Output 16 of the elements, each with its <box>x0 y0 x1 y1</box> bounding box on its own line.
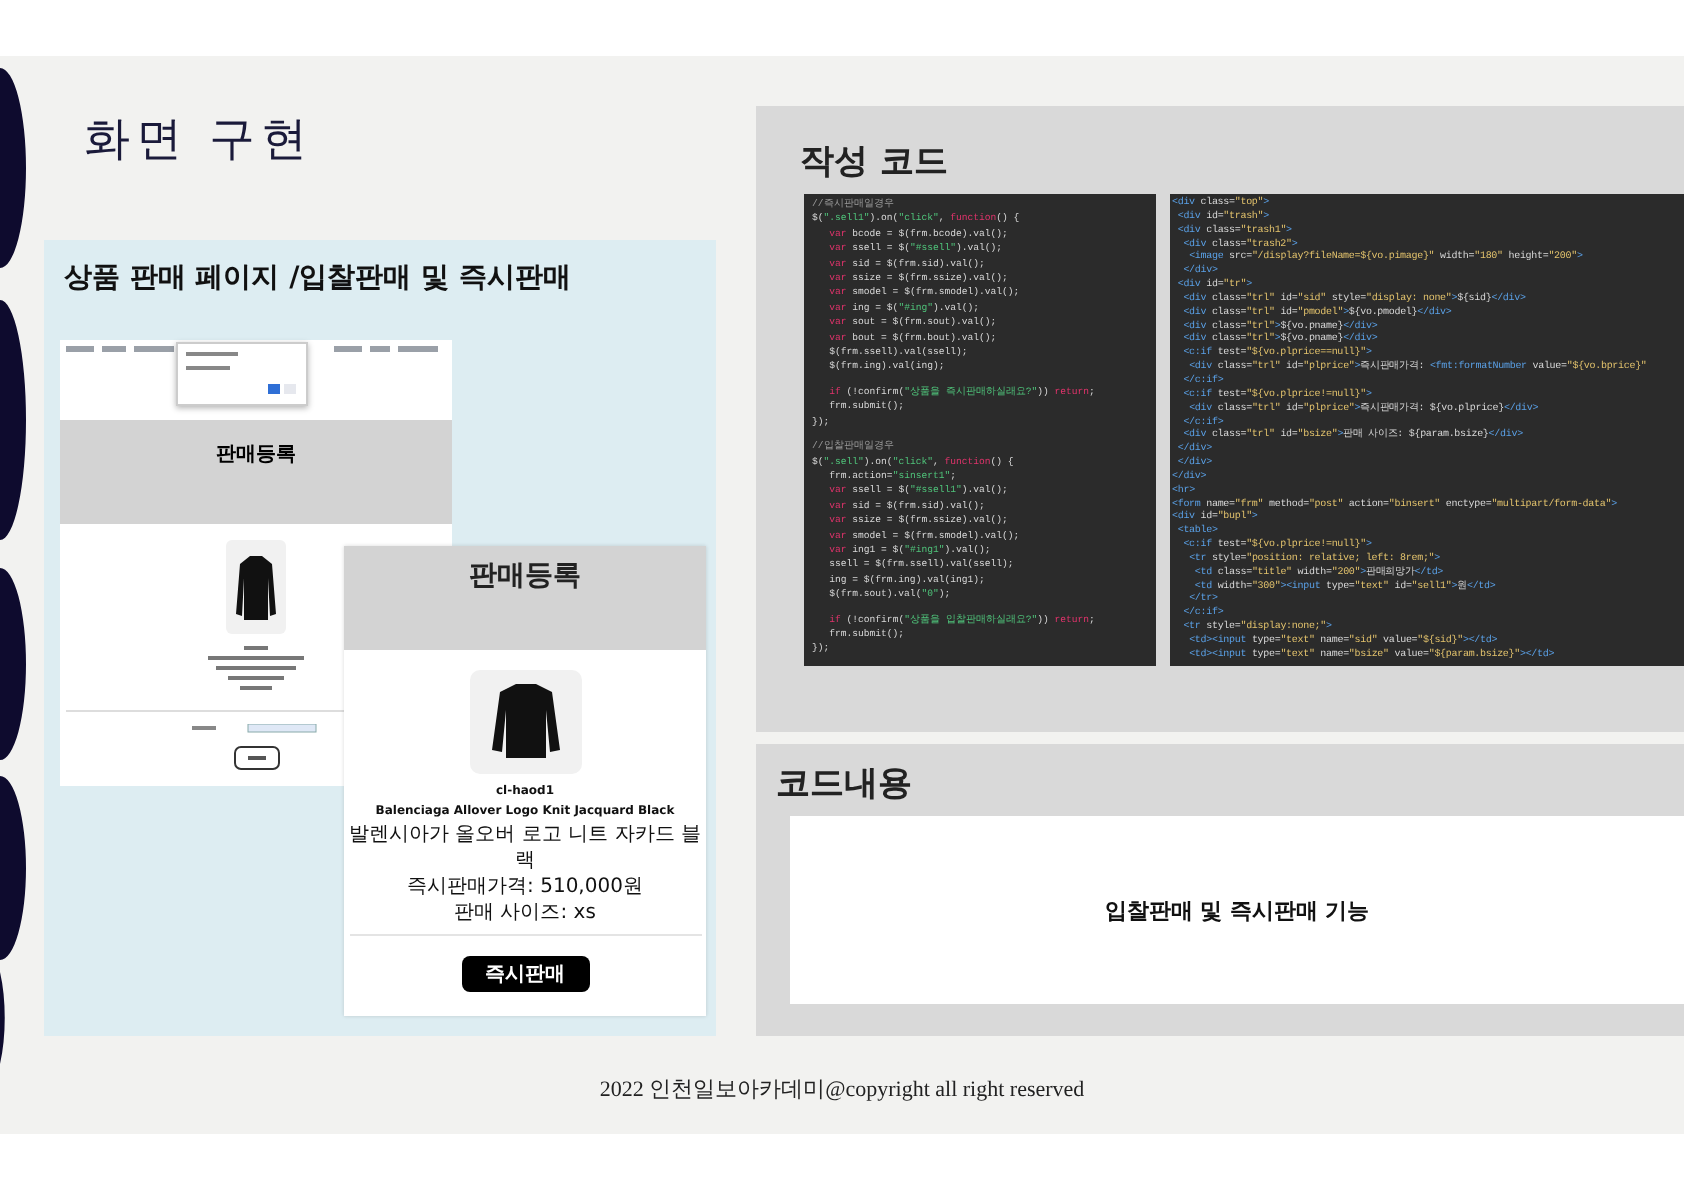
panel-heading: 작성 코드 <box>798 140 950 186</box>
photo-placeholder <box>226 540 286 634</box>
product-price: 즉시판매가격: 510,000원 <box>405 874 645 900</box>
product-size: 판매 사이즈: xs <box>452 900 598 926</box>
footer-text: 2022 인천일보아카데미@copyright all right reserved <box>599 1076 1085 1104</box>
sell-button[interactable]: 즉시판매 <box>461 956 589 992</box>
description-text: 입찰판매 및 즉시판매 기능 <box>1104 895 1370 925</box>
panel-heading: 상품 판매 페이지 /입찰판매 및 즉시판매 <box>62 260 573 296</box>
bid-field-drawing <box>192 724 320 734</box>
photo-placeholder <box>469 670 581 774</box>
slide-title: 화면 구현 <box>84 112 315 170</box>
panel-heading: 코드내용 <box>774 762 914 808</box>
page-title: 판매등록 <box>216 442 296 466</box>
product-name: 발렌시아가 올오버 로고 니트 자카드 블랙 <box>349 822 701 874</box>
page-title: 판매등록 <box>469 558 581 594</box>
outlined-button-drawing <box>233 746 279 770</box>
